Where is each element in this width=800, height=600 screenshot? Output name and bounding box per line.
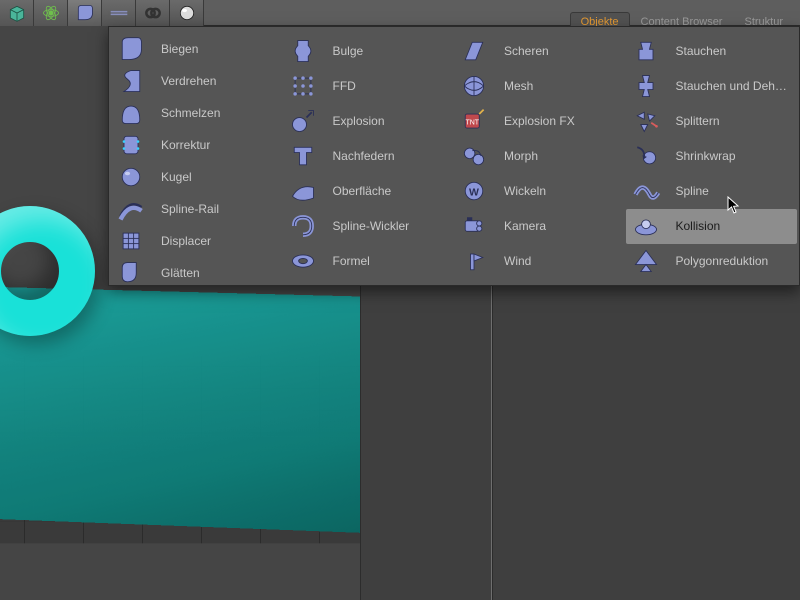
deformer-item-oberflaeche[interactable]: Oberfläche [283,174,455,209]
deformer-item-splittern[interactable]: Splittern [626,103,798,138]
biegen-icon [113,33,149,65]
deformer-item-wickeln[interactable]: W Wickeln [454,174,626,209]
deformer-item-morph[interactable]: Morph [454,138,626,173]
wind-icon [456,245,492,277]
deformer-item-scheren[interactable]: Scheren [454,33,626,68]
splittern-icon [628,105,664,137]
deformer-item-label: Kugel [161,170,192,184]
deformer-item-label: Explosion FX [504,114,575,128]
explosion-icon [285,105,321,137]
kamera-icon [456,210,492,242]
glaetten-icon [113,257,149,289]
deformer-item-polygonreduktion[interactable]: Polygonreduktion [626,244,798,279]
deformer-item-label: Schmelzen [161,106,220,120]
wickeln-icon: W [456,175,492,207]
spline-rail-icon [113,193,149,225]
deformers-icon[interactable] [68,0,102,26]
deformer-item-spline[interactable]: Spline [626,174,798,209]
deformer-item-mesh[interactable]: Mesh [454,68,626,103]
nachfedern-icon [285,140,321,172]
deformer-item-label: Explosion [333,114,385,128]
deformer-item-label: Mesh [504,79,533,93]
deformer-item-label: Displacer [161,234,211,248]
deformer-item-glaetten[interactable]: Glätten [111,257,283,289]
stauchen-und-dehnen-icon [628,70,664,102]
deformer-item-wind[interactable]: Wind [454,244,626,279]
ffd-icon [285,70,321,102]
deformer-item-label: Kamera [504,219,546,233]
oberflaeche-icon [285,175,321,207]
panel-tabs: Objekte Content Browser Struktur [570,0,800,26]
deformer-item-spline-wickler[interactable]: Spline-Wickler [283,209,455,244]
deformer-item-label: Wickeln [504,184,546,198]
deformer-item-label: Glätten [161,266,200,280]
deformers-dropdown: Biegen Verdrehen Schmelzen Korrektur Kugel Sp… [108,26,800,286]
link-rings-icon[interactable] [136,0,170,26]
deformer-item-explosion-fx[interactable]: TNT Explosion FX [454,103,626,138]
kollision-icon [628,210,664,242]
svg-text:W: W [469,187,479,199]
deformer-item-label: Oberfläche [333,184,392,198]
deformer-item-label: Biegen [161,42,198,56]
deformer-item-kollision[interactable]: Kollision [626,209,798,244]
spline-icon [628,175,664,207]
deformer-item-label: Nachfedern [333,149,395,163]
scheren-icon [456,35,492,67]
shrinkwrap-icon [628,140,664,172]
deformer-item-label: Polygonreduktion [676,254,769,268]
deformer-item-label: Kollision [676,219,721,233]
kugel-icon [113,161,149,193]
deformer-item-bulge[interactable]: Bulge [283,33,455,68]
deformer-item-verdrehen[interactable]: Verdrehen [111,65,283,97]
sphere-icon[interactable] [170,0,204,26]
deformer-item-kugel[interactable]: Kugel [111,161,283,193]
korrektur-icon [113,129,149,161]
deformer-item-label: Stauchen [676,44,727,58]
atom-generator-icon[interactable] [34,0,68,26]
deformer-item-label: Formel [333,254,370,268]
svg-text:TNT: TNT [465,119,479,126]
bulge-icon [285,35,321,67]
deformer-item-schmelzen[interactable]: Schmelzen [111,97,283,129]
deformer-item-label: FFD [333,79,356,93]
deformer-item-stauchen[interactable]: Stauchen [626,33,798,68]
deformer-item-ffd[interactable]: FFD [283,68,455,103]
schmelzen-icon [113,97,149,129]
deformer-item-label: Spline-Wickler [333,219,410,233]
formel-icon [285,245,321,277]
deformer-item-shrinkwrap[interactable]: Shrinkwrap [626,138,798,173]
deformer-item-label: Morph [504,149,538,163]
deformer-item-label: Stauchen und Dehnen [676,79,792,93]
deformer-item-label: Wind [504,254,531,268]
deformer-item-kamera[interactable]: Kamera [454,209,626,244]
side-panel-area [360,286,800,600]
stripes-icon[interactable] [102,0,136,26]
deformer-item-biegen[interactable]: Biegen [111,33,283,65]
deformer-item-label: Spline-Rail [161,202,219,216]
deformer-item-label: Scheren [504,44,549,58]
deformer-item-label: Shrinkwrap [676,149,736,163]
explosion-fx-icon: TNT [456,105,492,137]
deformer-item-korrektur[interactable]: Korrektur [111,129,283,161]
deformer-item-explosion[interactable]: Explosion [283,103,455,138]
stauchen-icon [628,35,664,67]
displacer-icon [113,225,149,257]
verdrehen-icon [113,65,149,97]
morph-icon [456,140,492,172]
mesh-icon [456,70,492,102]
deformer-item-label: Bulge [333,44,364,58]
spline-wickler-icon [285,210,321,242]
cube-primitive-icon[interactable] [0,0,34,26]
deformer-item-stauchen-und-dehnen[interactable]: Stauchen und Dehnen [626,68,798,103]
polygonreduktion-icon [628,245,664,277]
deformer-item-spline-rail[interactable]: Spline-Rail [111,193,283,225]
deformer-item-formel[interactable]: Formel [283,244,455,279]
deformer-item-displacer[interactable]: Displacer [111,225,283,257]
deformer-item-label: Verdrehen [161,74,216,88]
deformer-item-label: Spline [676,184,709,198]
deformer-item-label: Splittern [676,114,720,128]
top-toolbar: Objekte Content Browser Struktur [0,0,800,26]
deformer-item-label: Korrektur [161,138,210,152]
deformer-item-nachfedern[interactable]: Nachfedern [283,138,455,173]
